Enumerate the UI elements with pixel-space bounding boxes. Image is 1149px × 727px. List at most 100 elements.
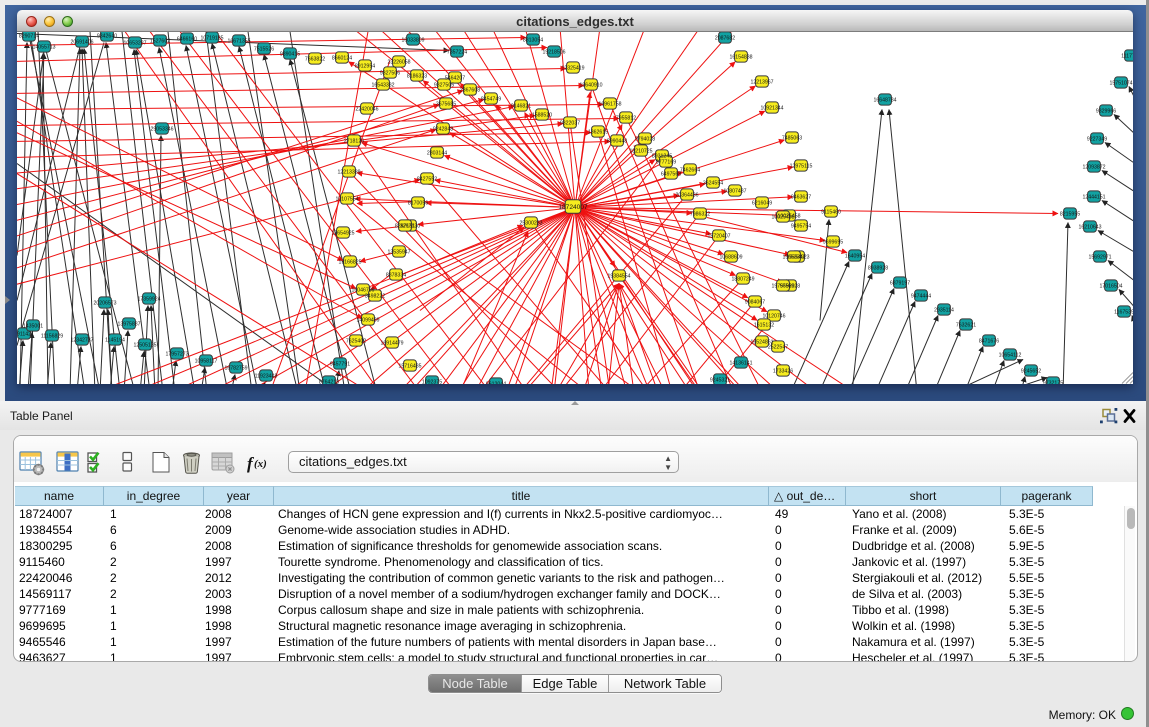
svg-text:12975115: 12975115 (790, 163, 813, 169)
svg-text:12093872: 12093872 (1082, 164, 1105, 170)
svg-text:1435001: 1435001 (23, 323, 43, 329)
svg-text:7955812: 7955812 (616, 115, 636, 121)
svg-text:2718126: 2718126 (344, 138, 364, 144)
svg-text:7515526: 7515526 (254, 46, 274, 52)
svg-text:9777169: 9777169 (656, 159, 676, 165)
svg-text:1640954: 1640954 (845, 253, 865, 259)
svg-text:9227349: 9227349 (1087, 136, 1107, 142)
svg-text:8938928: 8938928 (868, 265, 888, 271)
svg-text:20691406: 20691406 (70, 39, 93, 45)
svg-text:16154838: 16154838 (729, 54, 752, 60)
svg-text:17957273: 17957273 (165, 351, 188, 357)
svg-text:16648784: 16648784 (873, 97, 896, 103)
svg-text:20364436: 20364436 (675, 192, 698, 198)
svg-text:7663822: 7663822 (305, 56, 325, 62)
svg-text:1527602: 1527602 (150, 38, 170, 44)
svg-text:9245652: 9245652 (1021, 368, 1041, 374)
svg-text:14099489: 14099489 (356, 317, 379, 323)
svg-text:9327505: 9327505 (434, 82, 454, 88)
svg-text:11923448: 11923448 (255, 373, 278, 379)
svg-text:19654925: 19654925 (331, 230, 354, 236)
svg-text:15692971: 15692971 (1088, 254, 1111, 260)
svg-text:2522547: 2522547 (768, 344, 788, 350)
svg-text:17016504: 17016504 (1099, 283, 1122, 289)
svg-text:6216049: 6216049 (752, 200, 772, 206)
svg-text:9115460: 9115460 (821, 209, 841, 215)
svg-text:8813054: 8813054 (523, 37, 543, 43)
svg-text:10025438: 10025438 (771, 214, 794, 220)
svg-text:9699695: 9699695 (823, 239, 843, 245)
svg-text:1092375: 1092375 (422, 379, 442, 384)
svg-text:1588520: 1588520 (532, 112, 552, 118)
svg-text:16210643: 16210643 (1078, 224, 1101, 230)
svg-text:9242848: 9242848 (433, 126, 453, 132)
svg-text:22420046: 22420046 (355, 106, 378, 112)
svg-text:16543382: 16543382 (371, 82, 394, 88)
svg-text:10654112: 10654112 (999, 352, 1022, 358)
svg-text:11156829: 11156829 (41, 333, 63, 339)
svg-text:15720407: 15720407 (707, 233, 730, 239)
svg-text:(x): (x) (254, 458, 267, 470)
svg-text:8186323: 8186323 (407, 73, 427, 79)
svg-text:8471676: 8471676 (979, 338, 999, 344)
svg-text:5464207: 5464207 (445, 75, 465, 81)
svg-text:6497568: 6497568 (661, 171, 681, 177)
svg-text:25300233: 25300233 (519, 220, 542, 226)
svg-text:12213389: 12213389 (337, 169, 360, 175)
svg-text:3498222: 3498222 (365, 293, 385, 299)
svg-text:9245321: 9245321 (710, 377, 730, 383)
svg-text:8454749: 8454749 (481, 96, 501, 102)
svg-text:18640910: 18640910 (579, 82, 602, 88)
svg-text:8215955: 8215955 (1060, 211, 1080, 217)
svg-text:2935114: 2935114 (934, 307, 954, 313)
svg-text:9457791: 9457791 (330, 361, 350, 367)
svg-text:12213967: 12213967 (750, 79, 773, 85)
svg-text:18210725: 18210725 (629, 148, 652, 154)
svg-text:8267151: 8267151 (395, 223, 415, 229)
svg-text:19756920: 19756920 (771, 283, 794, 289)
svg-text:29053346: 29053346 (150, 126, 173, 132)
svg-text:9322037: 9322037 (560, 120, 580, 126)
svg-text:14136141: 14136141 (729, 360, 752, 366)
svg-text:13975887: 13975887 (117, 321, 140, 327)
svg-text:14055713: 14055713 (32, 44, 55, 50)
svg-text:3675685: 3675685 (436, 101, 456, 107)
svg-text:8878334: 8878334 (386, 272, 406, 278)
svg-text:8990448: 8990448 (607, 138, 627, 144)
svg-text:9794028: 9794028 (635, 136, 655, 142)
svg-text:10120746: 10120746 (762, 313, 785, 319)
svg-text:9890415: 9890415 (280, 51, 300, 57)
svg-text:9463627: 9463627 (791, 194, 811, 200)
svg-text:19166825: 19166825 (338, 259, 361, 265)
svg-text:16914479: 16914479 (380, 340, 403, 346)
svg-text:7632621: 7632621 (956, 322, 976, 328)
svg-text:9146821: 9146821 (511, 103, 531, 109)
svg-text:1145194: 1145194 (105, 337, 125, 343)
svg-text:12505135: 12505135 (133, 342, 156, 348)
svg-text:1615132: 1615132 (754, 322, 774, 328)
svg-text:1167539: 1167539 (1114, 309, 1133, 315)
svg-text:7462664: 7462664 (680, 167, 700, 173)
svg-text:12342737: 12342737 (70, 337, 93, 343)
svg-text:2087682: 2087682 (715, 35, 735, 41)
svg-text:8170056: 8170056 (408, 200, 428, 206)
svg-text:20206573: 20206573 (93, 300, 116, 306)
svg-text:18724007: 18724007 (558, 204, 588, 211)
svg-text:16961758: 16961758 (598, 101, 621, 107)
svg-text:9084067: 9084067 (745, 299, 765, 305)
svg-text:15751074: 15751074 (1109, 80, 1132, 86)
svg-text:16782759: 16782759 (224, 365, 247, 371)
svg-text:16033809: 16033809 (401, 37, 424, 43)
svg-text:7625402: 7625402 (346, 338, 366, 344)
svg-text:19653342: 19653342 (782, 254, 805, 260)
svg-text:18807249: 18807249 (731, 276, 754, 282)
svg-text:1733426: 1733426 (773, 368, 793, 374)
svg-text:15716485: 15716485 (398, 363, 421, 369)
svg-text:10688609: 10688609 (719, 254, 742, 260)
svg-text:7485063: 7485063 (782, 135, 802, 141)
svg-text:8427552: 8427552 (417, 176, 437, 182)
svg-text:10719185: 10719185 (200, 35, 223, 41)
svg-text:8912954: 8912954 (355, 63, 375, 69)
svg-text:10958117: 10958117 (195, 358, 218, 364)
svg-text:12444151: 12444151 (1082, 194, 1105, 200)
